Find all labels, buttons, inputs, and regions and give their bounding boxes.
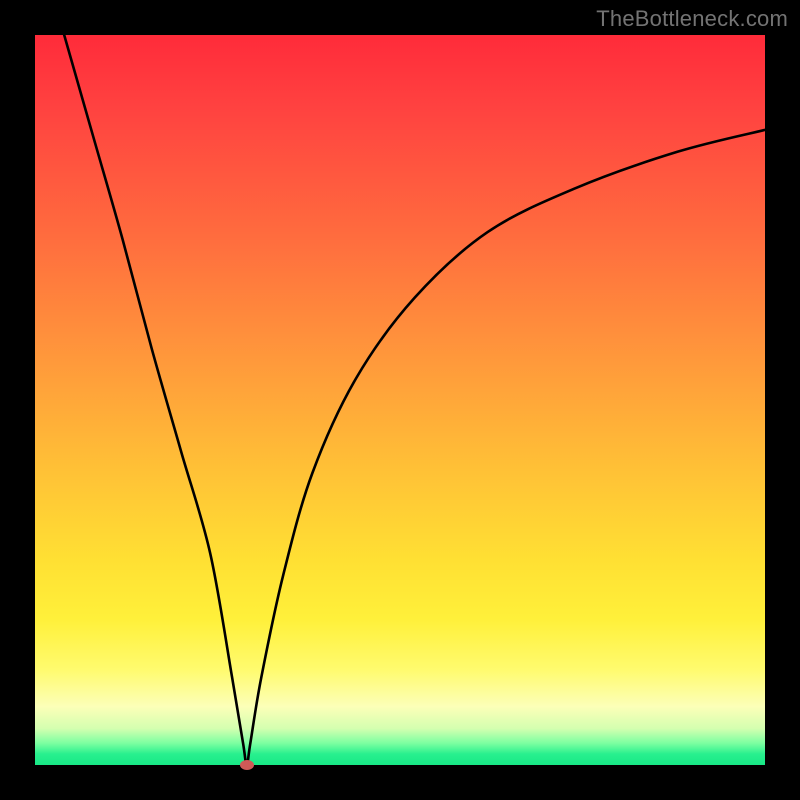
plot-area [35, 35, 765, 765]
bottleneck-curve [35, 35, 765, 765]
optimal-point-marker [240, 760, 254, 770]
watermark-text: TheBottleneck.com [596, 6, 788, 32]
chart-frame: TheBottleneck.com [0, 0, 800, 800]
